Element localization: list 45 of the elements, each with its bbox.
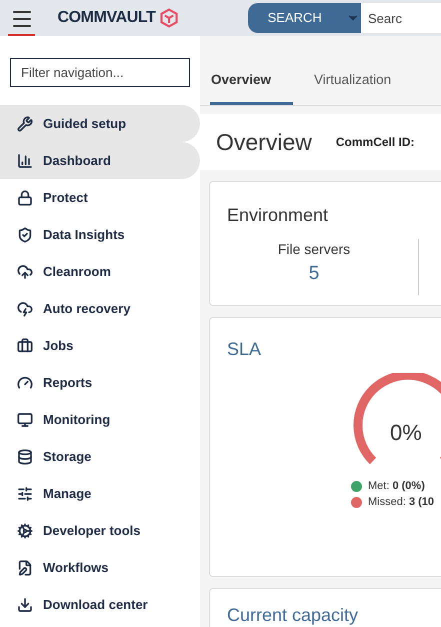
tab[interactable]: Virtualization <box>313 59 414 105</box>
search-button[interactable]: SEARCH <box>248 3 361 33</box>
shield-icon <box>17 226 33 242</box>
stat-value: 5 <box>308 262 320 286</box>
nav-item[interactable]: Guided setup <box>0 105 200 142</box>
nav-item[interactable]: Workflows <box>0 549 200 586</box>
nav-item[interactable]: Developer tools <box>0 512 200 549</box>
nav-item[interactable]: Dashboard <box>0 142 200 179</box>
bar-chart-icon <box>17 152 33 168</box>
cloud-lightning-icon <box>17 300 33 316</box>
sliders-icon <box>17 486 33 502</box>
stat-label: File servers <box>278 240 350 259</box>
nav-item[interactable]: Download center <box>0 586 200 623</box>
logo-text: COMMVAULT <box>57 8 156 28</box>
lock-icon <box>17 190 33 206</box>
download-icon <box>17 596 33 612</box>
tab[interactable]: Overview <box>210 59 294 105</box>
commcell-label: CommCell ID: <box>336 134 415 151</box>
nav-item[interactable]: Jobs <box>0 327 200 364</box>
cube-logo-icon <box>159 7 180 29</box>
card-title: SLA <box>226 338 262 361</box>
nav-item[interactable]: Auto recovery <box>0 290 200 327</box>
database-icon <box>17 448 33 464</box>
filter-field[interactable]: Filter navigation... <box>10 58 190 87</box>
gear-icon <box>17 522 33 538</box>
nav-item[interactable]: Data Insights <box>0 216 200 253</box>
nav-item[interactable]: Storage <box>0 438 200 475</box>
nav-item[interactable]: Reports <box>0 364 200 401</box>
nav-item[interactable]: Protect <box>0 179 200 216</box>
nav-item[interactable]: Cleanroom <box>0 253 200 290</box>
query-field[interactable]: Searc <box>361 3 441 33</box>
page-title: Overview <box>216 128 312 157</box>
gauge-icon <box>17 374 33 390</box>
card-title: Environment <box>226 204 328 227</box>
cloud-upload-icon <box>17 264 33 280</box>
document-icon <box>17 560 33 576</box>
nav-item[interactable]: Manage <box>0 475 200 512</box>
monitor-icon <box>17 412 33 428</box>
card-title: Current capacity <box>226 605 358 625</box>
sla-percent: 0% <box>390 419 422 447</box>
legend-text: Met: 0 (0%) <box>368 478 425 494</box>
legend-text: Missed: 3 (10 <box>368 494 434 510</box>
wrench-icon <box>17 116 33 132</box>
nav-item[interactable]: Monitoring <box>0 401 200 438</box>
briefcase-icon <box>17 338 33 354</box>
